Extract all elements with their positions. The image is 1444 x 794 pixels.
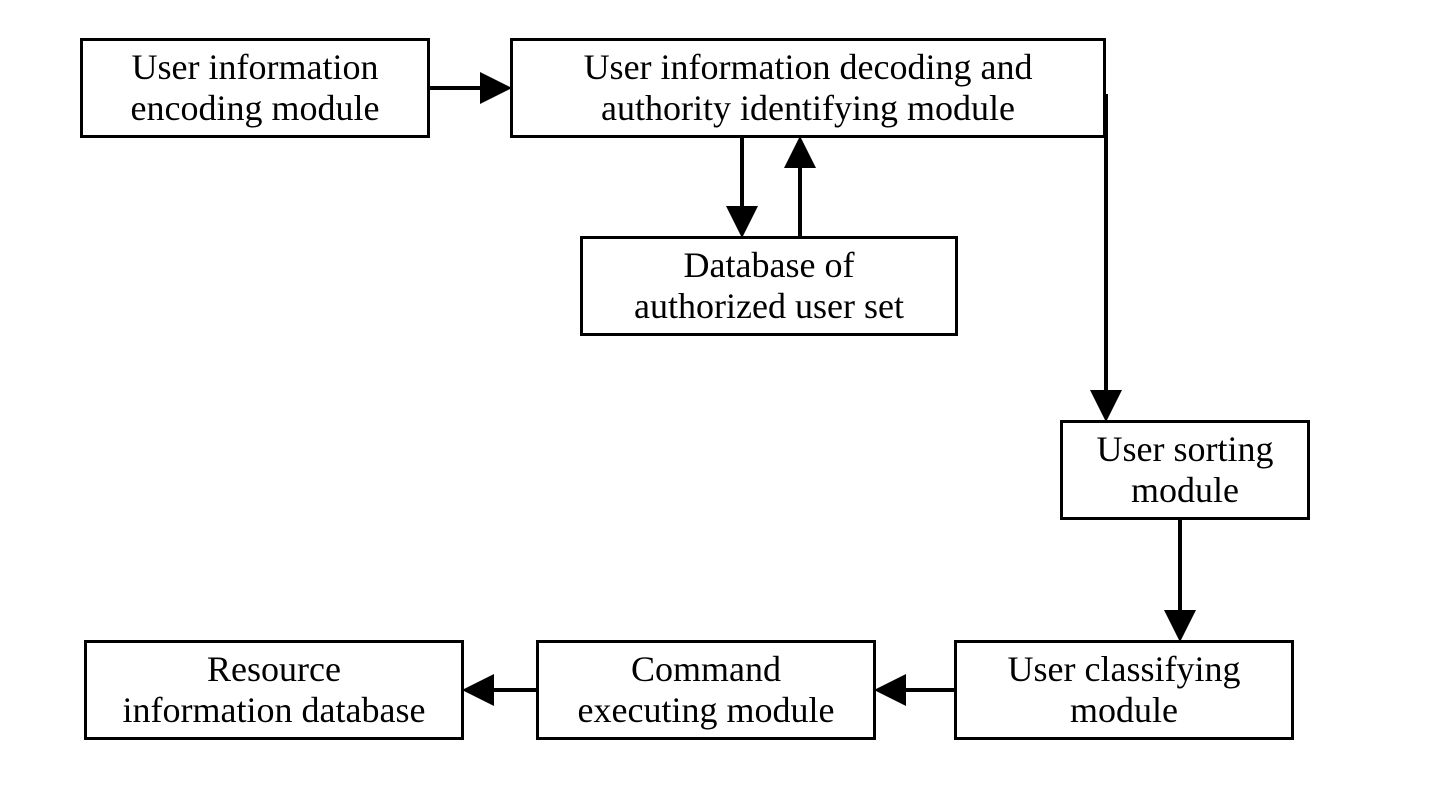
- box-sorting: User sorting module: [1060, 420, 1310, 520]
- diagram-stage: User information encoding module User in…: [0, 0, 1444, 794]
- box-classifying-label: User classifying module: [1008, 649, 1241, 732]
- box-resource: Resource information database: [84, 640, 464, 740]
- box-decoding-label: User information decoding and authority …: [584, 47, 1033, 130]
- box-database-label: Database of authorized user set: [634, 245, 904, 328]
- box-decoding: User information decoding and authority …: [510, 38, 1106, 138]
- box-resource-label: Resource information database: [123, 649, 426, 732]
- box-classifying: User classifying module: [954, 640, 1294, 740]
- box-sorting-label: User sorting module: [1097, 429, 1274, 512]
- box-command-label: Command executing module: [578, 649, 835, 732]
- box-database: Database of authorized user set: [580, 236, 958, 336]
- box-encoding-label: User information encoding module: [131, 47, 380, 130]
- box-encoding: User information encoding module: [80, 38, 430, 138]
- box-command: Command executing module: [536, 640, 876, 740]
